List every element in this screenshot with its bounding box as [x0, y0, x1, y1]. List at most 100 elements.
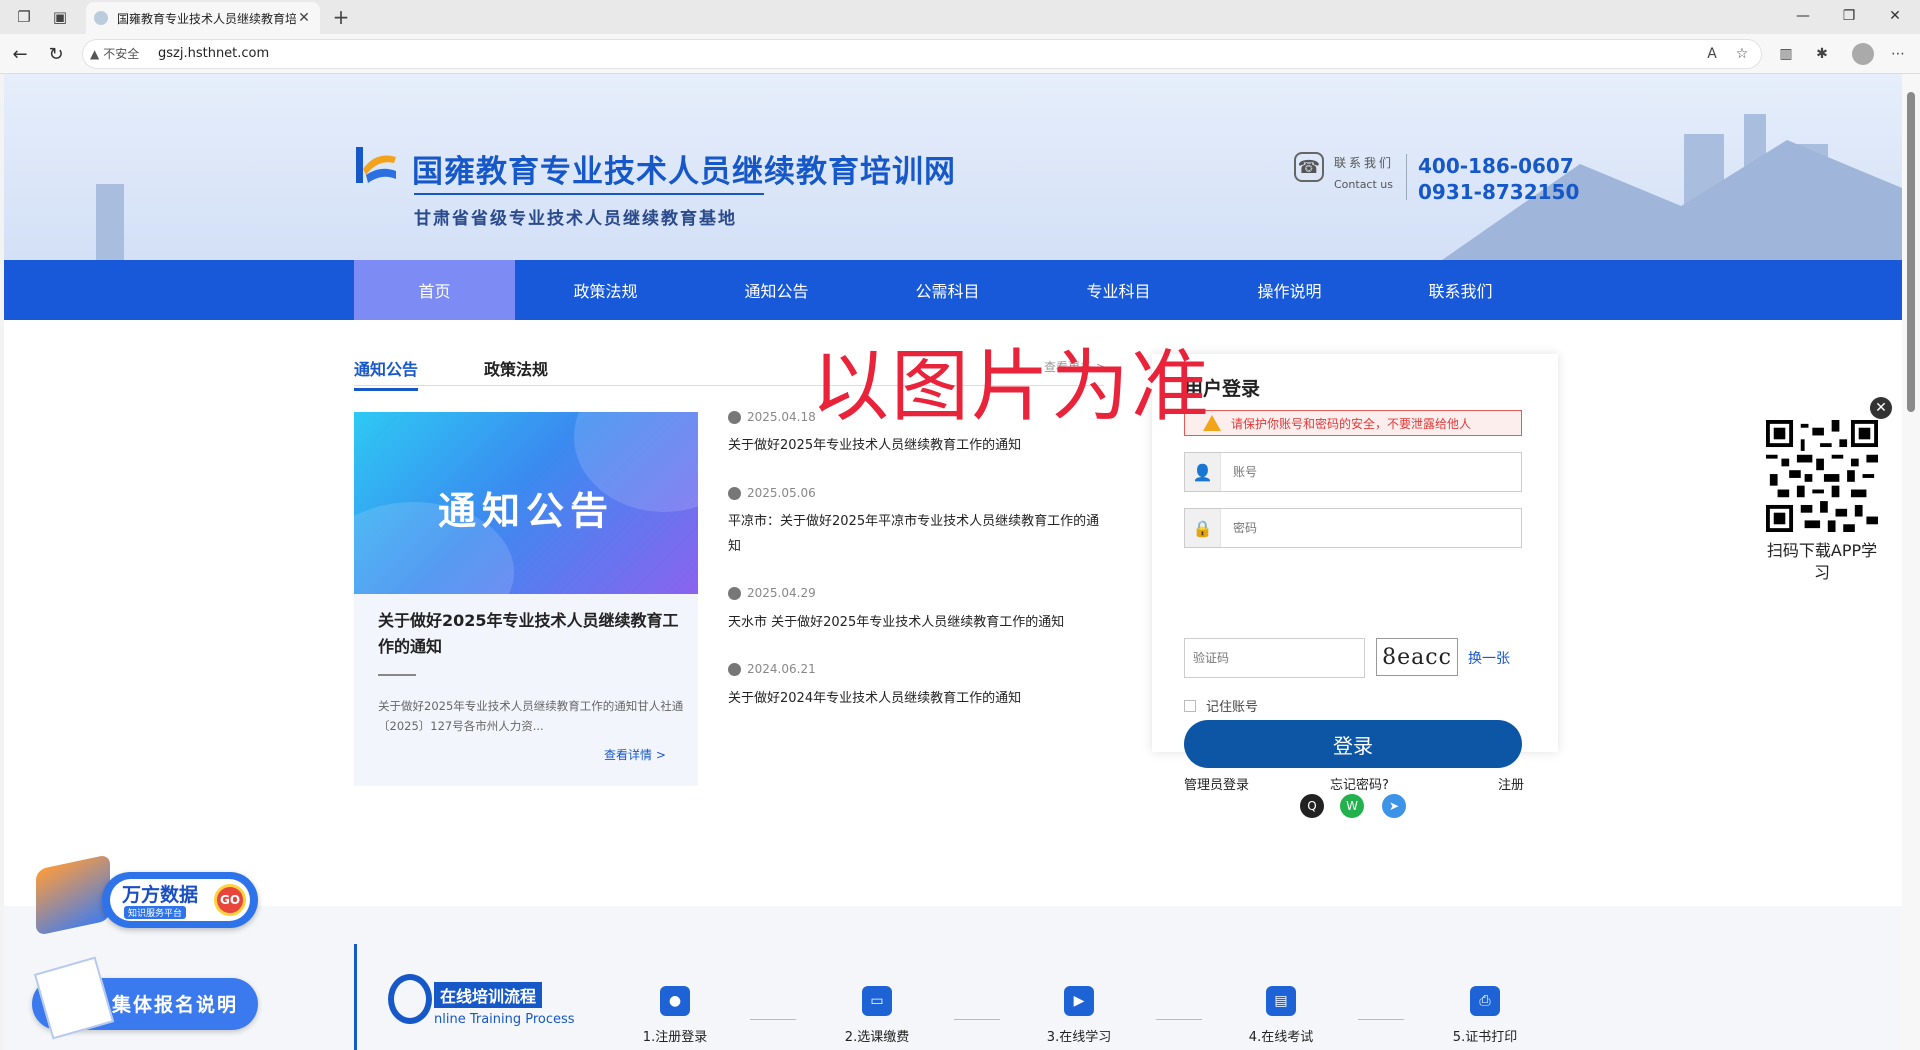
- close-qr-icon[interactable]: ✕: [1870, 397, 1892, 419]
- main-nav: 首页 政策法规 通知公告 公需科目 专业科目 操作说明 联系我们: [4, 260, 1902, 320]
- flow-accent-bar: [354, 944, 357, 1050]
- featured-image-caption: 通知公告: [437, 489, 614, 533]
- security-indicator[interactable]: ▲ 不安全: [90, 45, 139, 62]
- skyline-building: [96, 184, 124, 260]
- captcha-image[interactable]: 8eacc: [1376, 638, 1458, 676]
- site-favicon-icon: [94, 11, 108, 25]
- security-label: 不安全: [103, 47, 140, 61]
- nav-item-instructions[interactable]: 操作说明: [1209, 260, 1370, 320]
- phone-number-2: 0931-8732150: [1418, 180, 1580, 204]
- news-item-title[interactable]: 天水市 关于做好2025年专业技术人员继续教育工作的通知: [728, 610, 1108, 635]
- nav-item-notices[interactable]: 通知公告: [696, 260, 857, 320]
- clock-icon: [728, 586, 741, 600]
- wanfang-go-button[interactable]: GO: [214, 884, 246, 916]
- minimize-icon[interactable]: —: [1780, 0, 1826, 32]
- video-icon: ▶: [1064, 986, 1094, 1016]
- site-logo-icon: [356, 147, 396, 183]
- warning-icon: ▲: [90, 46, 100, 61]
- wanfang-title: 万方数据: [122, 884, 199, 906]
- news-item-title[interactable]: 关于做好2025年专业技术人员继续教育工作的通知: [728, 433, 1108, 458]
- page-scrollbar[interactable]: [1902, 74, 1920, 1050]
- contact-label-en: Contact us: [1334, 178, 1393, 191]
- phone-number-1: 400-186-0607: [1418, 154, 1574, 178]
- close-tab-icon[interactable]: ✕: [296, 10, 312, 26]
- forgot-password-link[interactable]: 忘记密码?: [1330, 774, 1389, 793]
- scrollbar-thumb[interactable]: [1907, 92, 1915, 412]
- printer-icon: ⎙: [1470, 986, 1500, 1016]
- new-tab-icon[interactable]: +: [326, 3, 356, 31]
- qq-login-icon[interactable]: Q: [1300, 794, 1324, 818]
- wanfang-subtitle: 知识服务平台: [124, 906, 187, 919]
- document-icon: ▤: [1266, 986, 1296, 1016]
- nav-item-contact[interactable]: 联系我们: [1380, 260, 1541, 320]
- refresh-captcha-link[interactable]: 换一张: [1468, 648, 1510, 668]
- flow-arrow: [954, 1019, 1000, 1020]
- address-bar[interactable]: [82, 39, 1762, 69]
- back-icon[interactable]: ←: [6, 40, 34, 68]
- contact-divider: [1406, 154, 1407, 200]
- account-field[interactable]: 👤: [1184, 452, 1522, 492]
- news-date: 2025.04.29: [728, 586, 816, 600]
- nav-item-professional-courses[interactable]: 专业科目: [1038, 260, 1199, 320]
- tab-policy[interactable]: 政策法规: [484, 356, 548, 380]
- group-signup-float[interactable]: 集体报名说明: [32, 956, 260, 1042]
- flow-arrow: [1358, 1019, 1404, 1020]
- restore-icon[interactable]: ❐: [1826, 0, 1872, 32]
- view-details-link[interactable]: 查看详情 >: [604, 746, 666, 763]
- favorite-star-icon[interactable]: ☆: [1730, 42, 1754, 66]
- tab-notices[interactable]: 通知公告: [354, 356, 419, 391]
- news-date: 2024.06.21: [728, 662, 816, 676]
- menu-more-icon[interactable]: ⋯: [1886, 42, 1910, 66]
- nav-item-public-courses[interactable]: 公需科目: [867, 260, 1028, 320]
- extensions-icon[interactable]: ✱: [1810, 42, 1834, 66]
- watermark-text: 以图片为准: [811, 342, 1212, 432]
- url-text[interactable]: gszj.hsthnet.com: [158, 46, 269, 61]
- featured-news-image[interactable]: 通知公告: [354, 412, 698, 594]
- captcha-input[interactable]: [1185, 639, 1364, 677]
- qr-caption: 扫码下载APP学习: [1766, 541, 1878, 582]
- remember-checkbox[interactable]: [1184, 699, 1196, 712]
- collections-icon[interactable]: ▥: [1774, 42, 1798, 66]
- contact-label: 联系我们: [1334, 156, 1395, 170]
- close-window-icon[interactable]: ✕: [1872, 0, 1918, 32]
- password-input[interactable]: [1221, 510, 1521, 546]
- featured-news-title[interactable]: 关于做好2025年专业技术人员继续教育工作的通知: [378, 608, 684, 660]
- news-date: 2025.05.06: [728, 486, 816, 500]
- flow-o-letter: [388, 974, 432, 1024]
- wanfang-illustration: [36, 854, 110, 936]
- clock-icon: [728, 410, 741, 424]
- phone-icon: ☎: [1294, 152, 1324, 182]
- register-link[interactable]: 注册: [1498, 774, 1524, 793]
- clock-icon: [728, 486, 741, 500]
- remember-account[interactable]: 记住账号: [1184, 696, 1258, 715]
- workspaces-icon[interactable]: ❐: [10, 3, 38, 31]
- user-icon: ●: [660, 986, 690, 1016]
- tab-title: 国雍教育专业技术人员继续教育培: [117, 11, 296, 26]
- user-icon: 👤: [1185, 453, 1221, 491]
- flow-arrow: [750, 1019, 796, 1020]
- lock-icon: 🔒: [1185, 509, 1221, 547]
- group-signup-label: 集体报名说明: [112, 994, 239, 1016]
- nav-item-home[interactable]: 首页: [354, 260, 515, 320]
- login-button[interactable]: 登录: [1184, 720, 1522, 768]
- page-viewport: 国雍教育专业技术人员继续教育培训网 甘肃省省级专业技术人员继续教育基地 ☎ 联系…: [4, 74, 1902, 1050]
- captcha-field[interactable]: [1184, 638, 1365, 678]
- news-item-title[interactable]: 关于做好2024年专业技术人员继续教育工作的通知: [728, 686, 1108, 711]
- profile-avatar[interactable]: [1852, 43, 1874, 65]
- wechat-login-icon[interactable]: W: [1340, 794, 1364, 818]
- news-date: 2025.04.18: [728, 410, 816, 424]
- news-item-title[interactable]: 平凉市：关于做好2025年平凉市专业技术人员继续教育工作的通知: [728, 509, 1108, 559]
- flow-title: 在线培训流程: [434, 982, 543, 1008]
- read-aloud-icon[interactable]: A: [1700, 42, 1724, 66]
- nav-item-policy[interactable]: 政策法规: [525, 260, 686, 320]
- browser-tab[interactable]: 国雍教育专业技术人员继续教育培 ✕: [86, 2, 320, 34]
- flow-subtitle: nline Training Process: [434, 1012, 575, 1027]
- wanfang-data-float[interactable]: 万方数据 知识服务平台 GO: [32, 854, 260, 936]
- refresh-icon[interactable]: ↻: [42, 40, 70, 68]
- weibo-login-icon[interactable]: ➤: [1382, 794, 1406, 818]
- password-field[interactable]: 🔒: [1184, 508, 1522, 548]
- flow-arrow: [1156, 1019, 1202, 1020]
- tab-actions-icon[interactable]: ▣: [46, 3, 74, 31]
- account-input[interactable]: [1221, 454, 1521, 490]
- admin-login-link[interactable]: 管理员登录: [1184, 774, 1249, 793]
